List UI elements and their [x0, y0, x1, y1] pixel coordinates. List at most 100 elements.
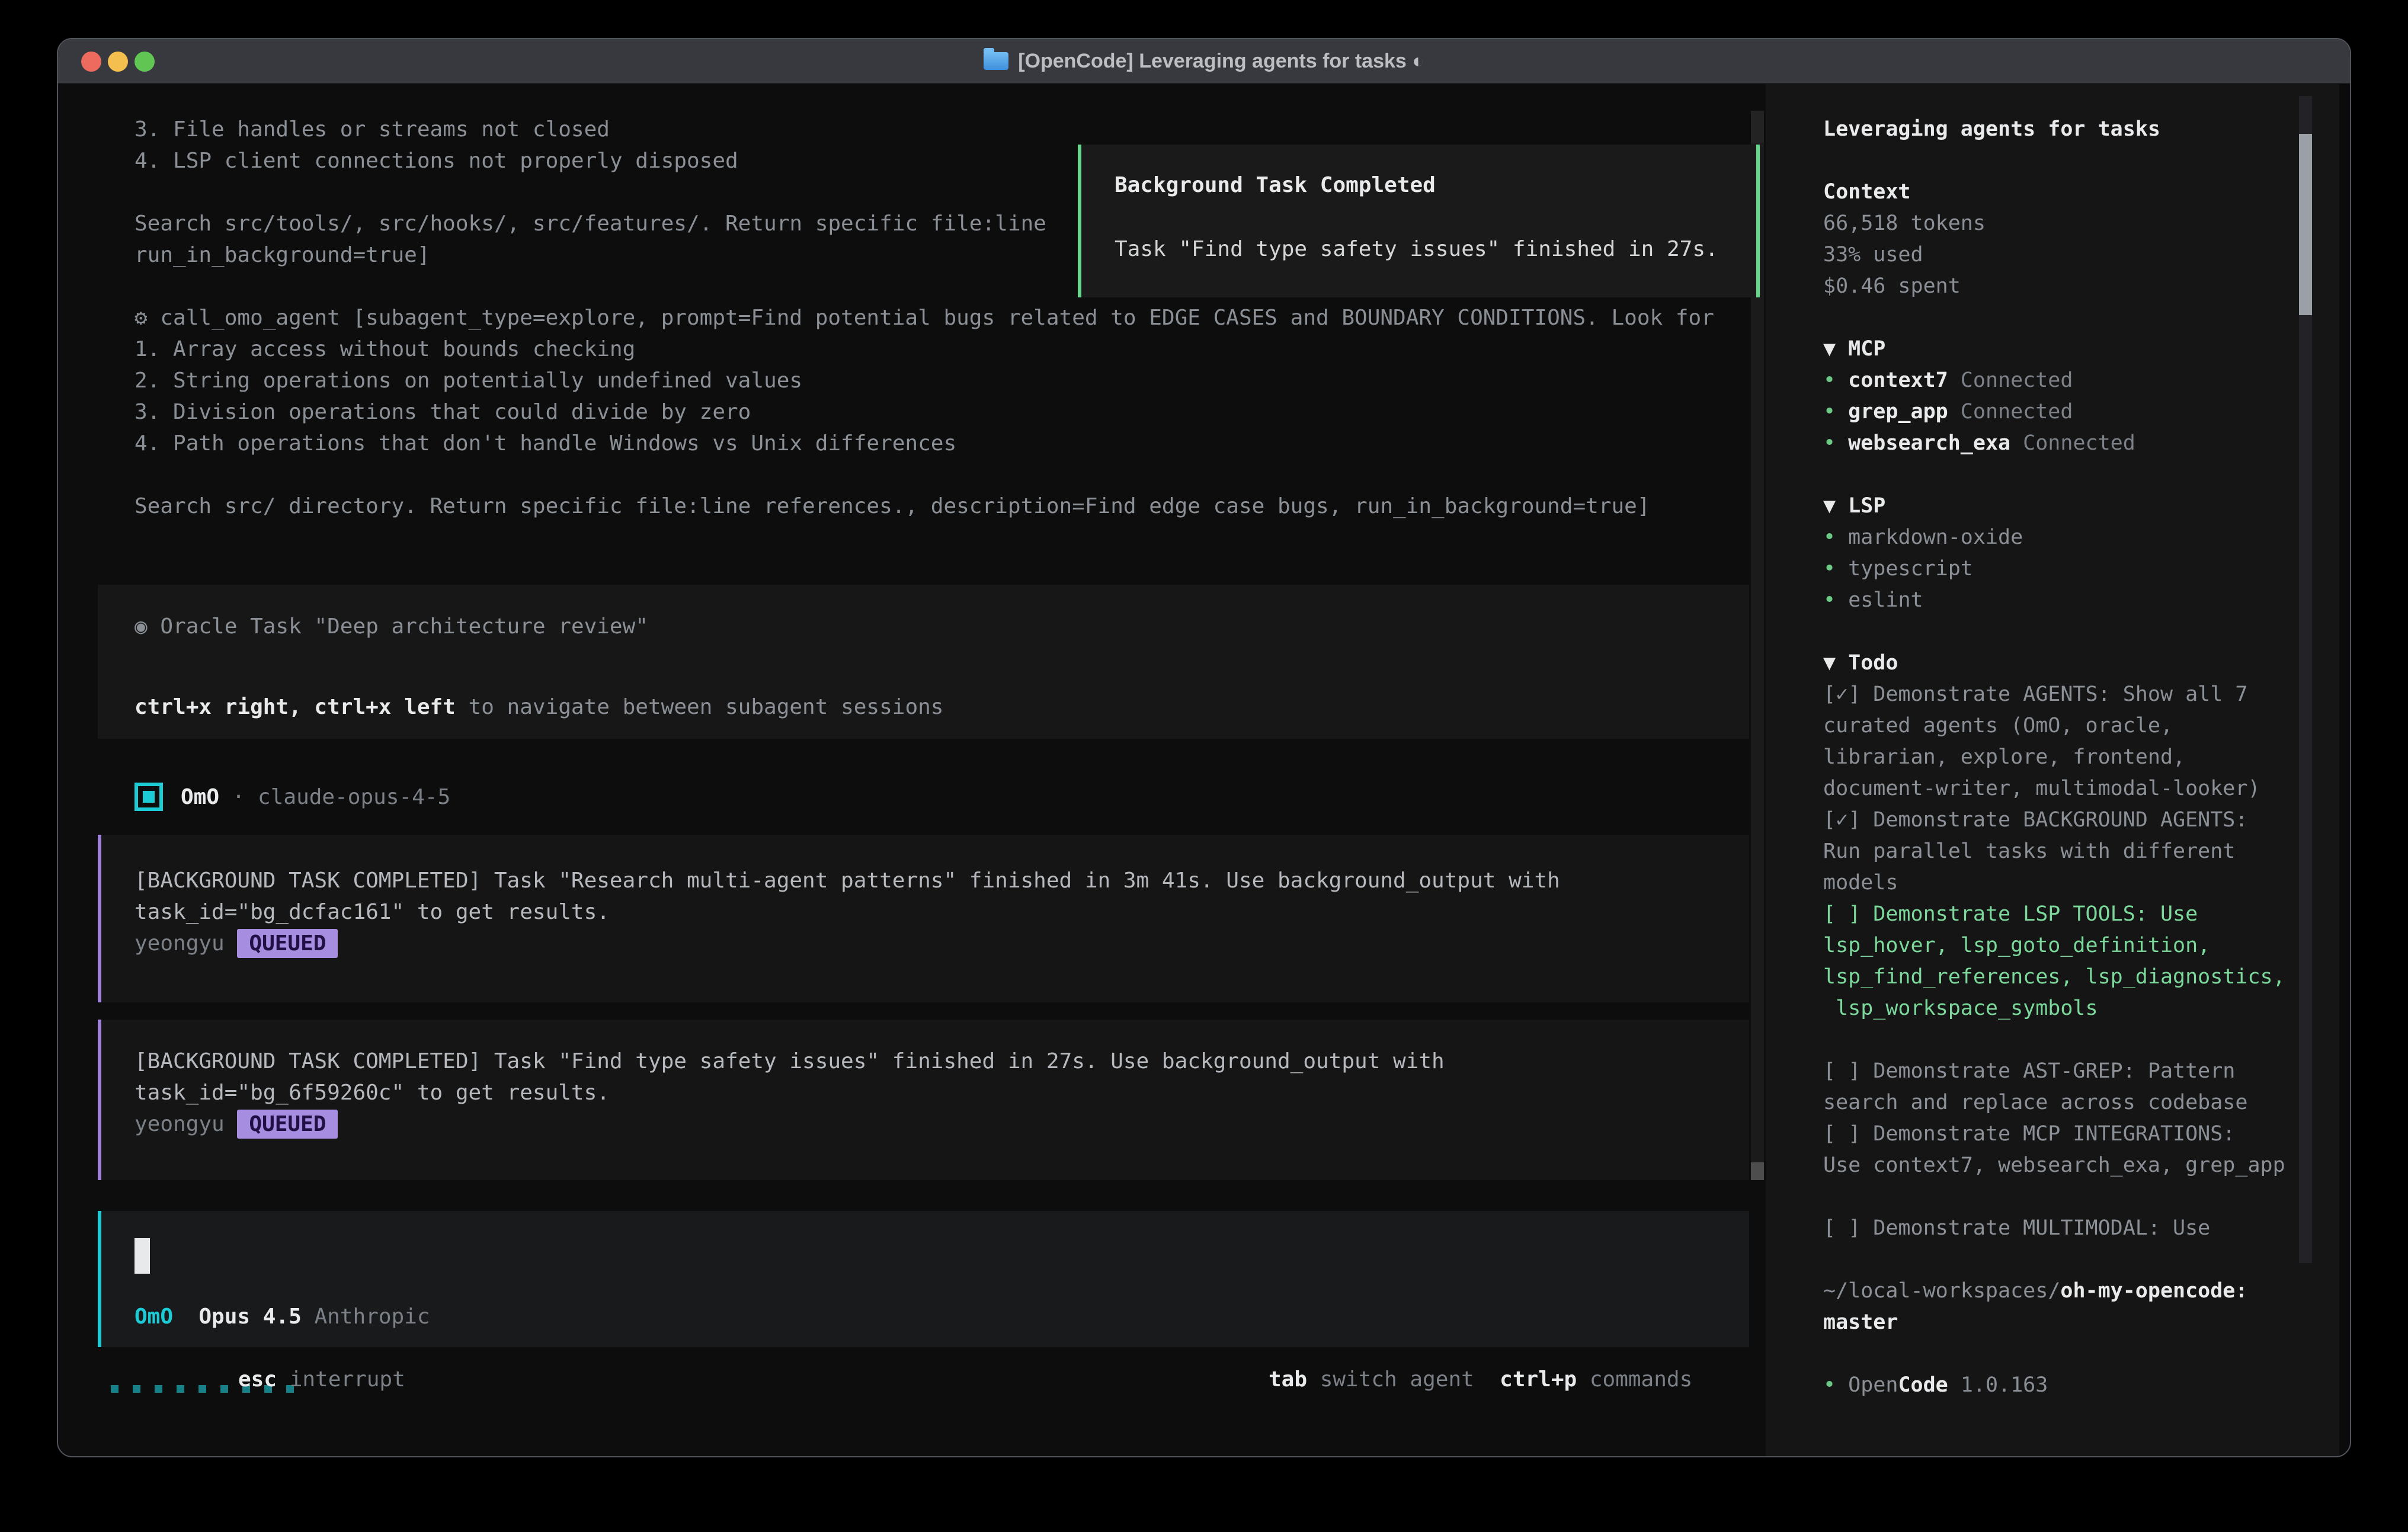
spinner-dot: [111, 1385, 119, 1393]
terminal-line: ~/local-workspaces/oh-my-opencode:: [1823, 1275, 2285, 1307]
prompt-input[interactable]: OmO Opus 4.5 Anthropic: [98, 1211, 1749, 1347]
traffic-lights: [81, 52, 155, 72]
spinner-dot: [133, 1385, 140, 1393]
titlebar: [OpenCode] Leveraging agents for tasks ◐: [58, 39, 2350, 84]
spinner-dot: [155, 1385, 162, 1393]
terminal-line: OmO · claude-opus-4-5: [181, 781, 450, 813]
terminal-line: Context: [1823, 177, 2285, 208]
terminal-line: tab switch agent ctrl+p commands: [1269, 1364, 1692, 1395]
terminal-line: ◉ Oracle Task "Deep architecture review": [135, 611, 648, 642]
input-agent-model-provider: OmO Opus 4.5 Anthropic: [135, 1301, 430, 1332]
terminal-line: [1823, 302, 2285, 334]
toast-title: Background Task Completed: [1115, 173, 1436, 197]
terminal-line: task_id="bg_dcfac161" to get results.: [135, 896, 1560, 928]
spinner-dot: [220, 1385, 228, 1393]
terminal-line: [1823, 1024, 2285, 1056]
agent-header: OmO · claude-opus-4-5: [135, 782, 450, 812]
background-task-message-2: [BACKGROUND TASK COMPLETED] Task "Find t…: [98, 1020, 1749, 1180]
desktop: [OpenCode] Leveraging agents for tasks ◐…: [0, 0, 2408, 1532]
oracle-task-title: ◉ Oracle Task "Deep architecture review": [135, 611, 648, 642]
oracle-task-box: ◉ Oracle Task "Deep architecture review"…: [98, 585, 1749, 739]
terminal-line: [135, 459, 1714, 491]
spinner-dot: [198, 1385, 206, 1393]
spinner-dot: [177, 1385, 184, 1393]
terminal-line: [1823, 616, 2285, 648]
task-box-lines: [BACKGROUND TASK COMPLETED] Task "Find t…: [135, 1046, 1445, 1140]
terminal-line: • eslint: [1823, 585, 2285, 616]
terminal-line: • typescript: [1823, 553, 2285, 585]
terminal-line: 66,518 tokens: [1823, 208, 2285, 239]
terminal-line: [ ] Demonstrate AST-GREP: Pattern: [1823, 1056, 2285, 1087]
sidebar-scrollbar[interactable]: [2299, 96, 2312, 1263]
terminal-line: OmO Opus 4.5 Anthropic: [135, 1301, 430, 1332]
terminal-line: curated agents (OmO, oracle,: [1823, 710, 2285, 742]
terminal-line: master: [1823, 1307, 2285, 1338]
terminal-line: librarian, explore, frontend,: [1823, 742, 2285, 773]
terminal-line: [1823, 459, 2285, 491]
terminal-line: search and replace across codebase: [1823, 1087, 2285, 1118]
statusbar-shortcut-hints: tab switch agent ctrl+p commands: [1269, 1364, 1692, 1395]
agent-name-model: OmO · claude-opus-4-5: [181, 781, 450, 813]
queued-badge: QUEUED: [237, 929, 338, 958]
terminal-line: Leveraging agents for tasks: [1823, 114, 2285, 145]
maximize-button[interactable]: [135, 52, 155, 72]
terminal-line: ctrl+x right, ctrl+x left to navigate be…: [135, 691, 943, 723]
statusbar-interrupt-hint: esc interrupt: [238, 1364, 405, 1395]
terminal-line: [ ] Demonstrate MCP INTEGRATIONS:: [1823, 1118, 2285, 1150]
toast-body: Task "Find type safety issues" finished …: [1115, 237, 1718, 261]
terminal-line: [1823, 1181, 2285, 1213]
terminal-line: Use context7, websearch_exa, grep_app: [1823, 1150, 2285, 1181]
sidebar-lines: Leveraging agents for tasks Context66,51…: [1823, 114, 2285, 1401]
terminal-line: • OpenCode 1.0.163: [1823, 1370, 2285, 1401]
terminal-line: 2. String operations on potentially unde…: [135, 365, 1714, 396]
terminal-line: $0.46 spent: [1823, 271, 2285, 302]
terminal-line: ⚙ call_omo_agent [subagent_type=explore,…: [135, 302, 1714, 334]
terminal-line: • context7 Connected: [1823, 365, 2285, 396]
background-task-toast: Background Task Completed Task "Find typ…: [1078, 145, 1760, 297]
agent-square-icon: [135, 783, 163, 811]
terminal-line: [1823, 145, 2285, 177]
terminal-line: lsp_workspace_symbols: [1823, 993, 2285, 1024]
terminal-main-pane: 3. File handles or streams not closed 4. …: [58, 84, 1766, 1457]
terminal-line: [ ] Demonstrate LSP TOOLS: Use: [1823, 899, 2285, 930]
terminal-line: [✓] Demonstrate BACKGROUND AGENTS:: [1823, 805, 2285, 836]
terminal-line: 4. Path operations that don't handle Win…: [135, 428, 1714, 459]
terminal-line: Run parallel tasks with different: [1823, 836, 2285, 867]
terminal-line: yeongyu QUEUED: [135, 1108, 1445, 1140]
queued-badge: QUEUED: [237, 1110, 338, 1139]
title-wrap: [OpenCode] Leveraging agents for tasks ◐: [984, 50, 1424, 73]
terminal-line: models: [1823, 867, 2285, 899]
terminal-line: lsp_hover, lsp_goto_definition,: [1823, 930, 2285, 961]
terminal-line: 1. Array access without bounds checking: [135, 334, 1714, 365]
window-title: [OpenCode] Leveraging agents for tasks ◐: [1018, 50, 1424, 73]
main-scrollbar-thumb[interactable]: [1751, 1162, 1764, 1180]
terminal-line: task_id="bg_6f59260c" to get results.: [135, 1077, 1445, 1108]
oracle-task-hint: ctrl+x right, ctrl+x left to navigate be…: [135, 691, 943, 723]
terminal-line: lsp_find_references, lsp_diagnostics,: [1823, 961, 2285, 993]
terminal-line: yeongyu QUEUED: [135, 928, 1560, 959]
terminal-line: ▼ Todo: [1823, 648, 2285, 679]
terminal-line: document-writer, multimodal-looker): [1823, 773, 2285, 805]
terminal-line: 3. Division operations that could divide…: [135, 396, 1714, 428]
text-cursor: [135, 1238, 150, 1274]
folder-icon: [984, 52, 1008, 70]
main-scrollbar-cap: [1751, 111, 1764, 143]
minimize-button[interactable]: [108, 52, 128, 72]
sidebar-scrollbar-thumb[interactable]: [2299, 134, 2312, 315]
terminal-line: Search src/ directory. Return specific f…: [135, 491, 1714, 522]
terminal-line: [BACKGROUND TASK COMPLETED] Task "Resear…: [135, 865, 1560, 896]
terminal-line: [1823, 1244, 2285, 1275]
background-task-message-1: [BACKGROUND TASK COMPLETED] Task "Resear…: [98, 835, 1749, 1002]
terminal-line: [✓] Demonstrate AGENTS: Show all 7: [1823, 679, 2285, 710]
terminal-line: ▼ LSP: [1823, 491, 2285, 522]
terminal-line: ▼ MCP: [1823, 334, 2285, 365]
terminal-line: 3. File handles or streams not closed: [135, 114, 1714, 145]
close-button[interactable]: [81, 52, 101, 72]
terminal-line: [1823, 1338, 2285, 1370]
terminal-line: [ ] Demonstrate MULTIMODAL: Use: [1823, 1213, 2285, 1244]
terminal-line: [BACKGROUND TASK COMPLETED] Task "Find t…: [135, 1046, 1445, 1077]
terminal-line: • websearch_exa Connected: [1823, 428, 2285, 459]
opencode-window: [OpenCode] Leveraging agents for tasks ◐…: [57, 38, 2351, 1457]
terminal-line: 33% used: [1823, 239, 2285, 271]
task-box-lines: [BACKGROUND TASK COMPLETED] Task "Resear…: [135, 865, 1560, 959]
